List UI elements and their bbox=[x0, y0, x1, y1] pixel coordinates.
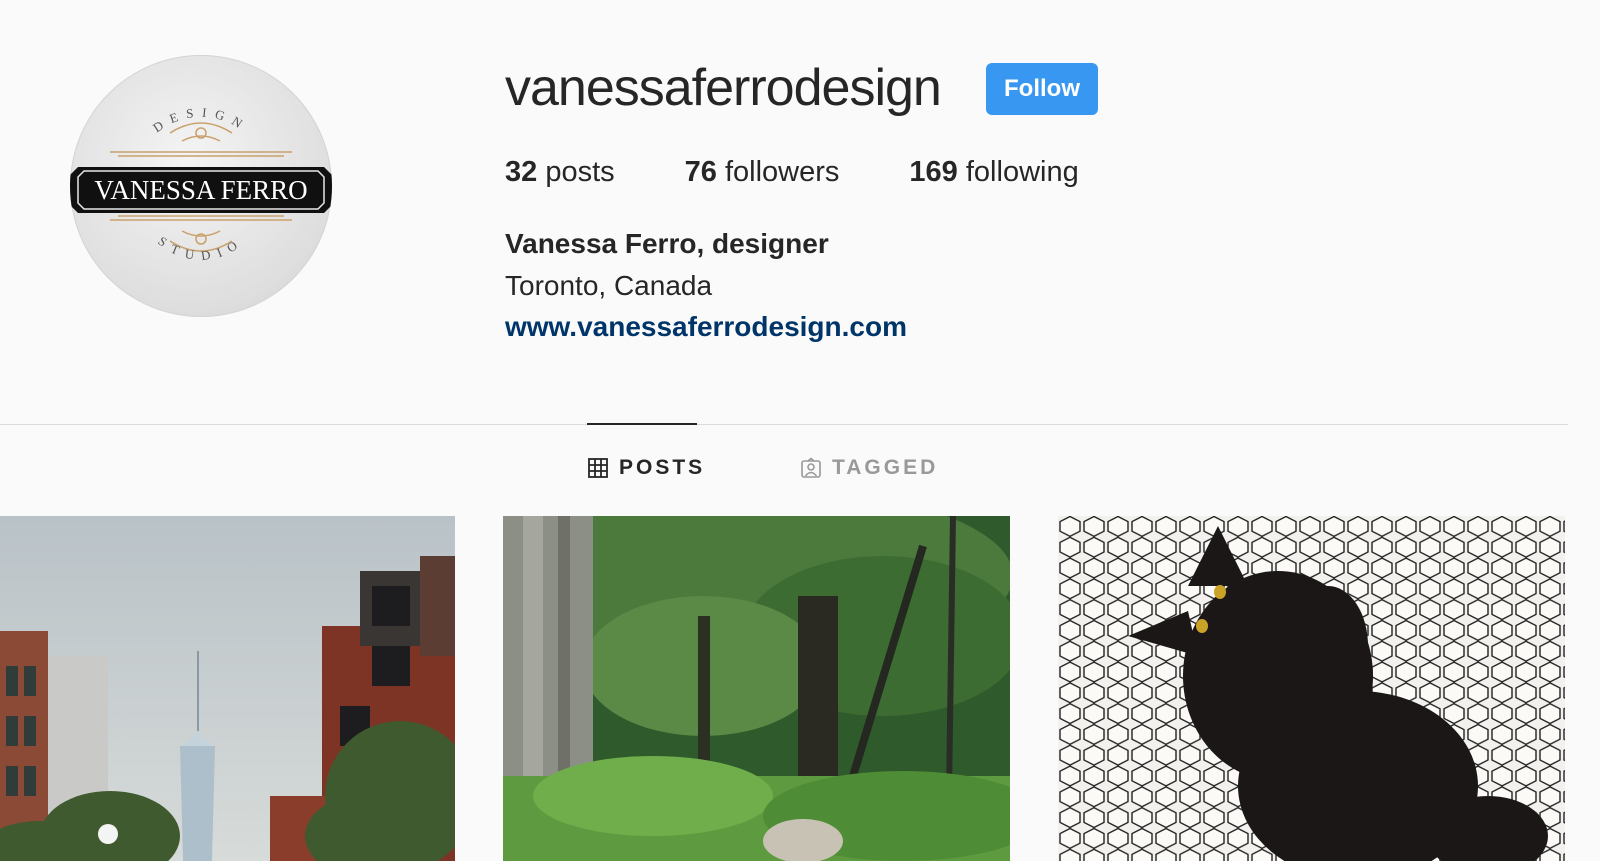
avatar-bottom-text: STUDIO bbox=[155, 233, 238, 263]
profile-website-link[interactable]: www.vanessaferrodesign.com bbox=[505, 311, 907, 343]
follow-button[interactable]: Follow bbox=[986, 63, 1098, 115]
svg-text:DESIGN: DESIGN bbox=[150, 105, 252, 136]
following-label: following bbox=[965, 156, 1079, 188]
post-city-skyline[interactable] bbox=[0, 516, 455, 861]
city-skyline-image bbox=[0, 516, 455, 861]
design-studio-logo: DESIGN VANESSA FERRO STUDIO bbox=[70, 105, 332, 263]
profile-username: vanessaferrodesign bbox=[505, 59, 942, 117]
avatar-top-text: DESIGN bbox=[150, 105, 244, 136]
grid-icon bbox=[587, 457, 609, 479]
tab-tagged-label: TAGGED bbox=[832, 456, 939, 479]
profile-avatar[interactable]: DESIGN VANESSA FERRO STUDIO bbox=[70, 55, 332, 317]
followers-label: followers bbox=[724, 156, 840, 188]
tab-posts[interactable]: POSTS bbox=[587, 456, 705, 480]
active-tab-indicator bbox=[587, 423, 697, 425]
posts-count: 32 bbox=[505, 156, 538, 188]
forest-image bbox=[503, 516, 1010, 861]
black-cat-image bbox=[1058, 516, 1565, 861]
posts-label: posts bbox=[545, 156, 615, 188]
tagged-person-icon bbox=[800, 457, 822, 479]
tab-posts-label: POSTS bbox=[619, 456, 706, 479]
profile-stats: 32 posts 76 followers 169 following bbox=[505, 156, 1149, 189]
following-stat[interactable]: 169 following bbox=[909, 156, 1078, 189]
profile-location: Toronto, Canada bbox=[505, 270, 713, 301]
avatar-banner-text: VANESSA FERRO bbox=[94, 175, 307, 205]
post-black-cat[interactable] bbox=[1058, 516, 1565, 861]
profile-full-name: Vanessa Ferro, designer bbox=[505, 228, 829, 259]
followers-stat[interactable]: 76 followers bbox=[685, 156, 840, 189]
tabs-divider bbox=[0, 424, 1568, 425]
tab-tagged[interactable]: TAGGED bbox=[800, 456, 938, 480]
followers-count: 76 bbox=[684, 156, 717, 188]
svg-text:STUDIO: STUDIO bbox=[155, 233, 246, 263]
posts-stat: 32 posts bbox=[505, 156, 615, 189]
following-count: 169 bbox=[909, 156, 958, 188]
post-forest[interactable] bbox=[503, 516, 1010, 861]
